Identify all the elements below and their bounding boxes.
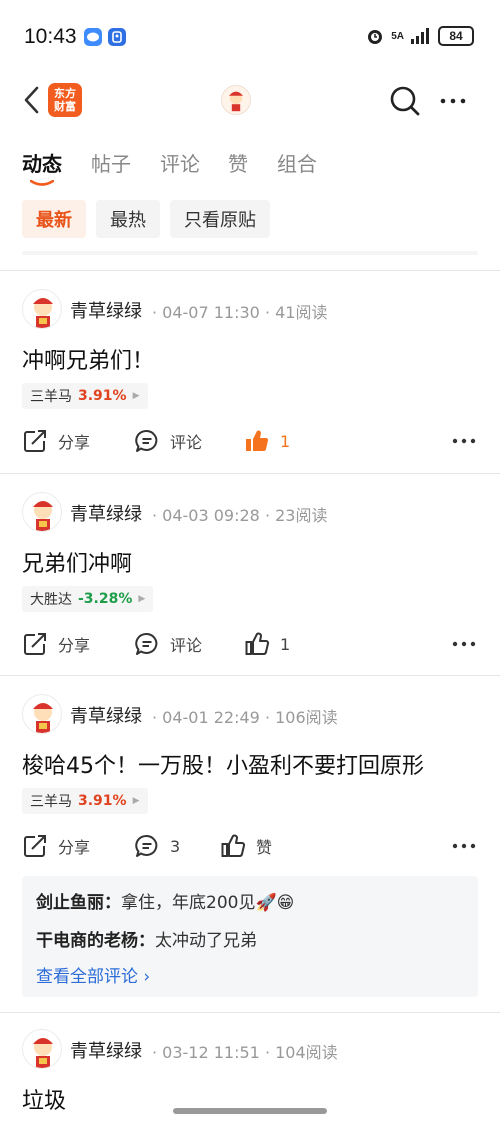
status-right-group: 5A 84: [365, 26, 474, 46]
filter-hottest[interactable]: 最热: [96, 200, 160, 238]
battery-icon: 84: [438, 26, 474, 46]
comment-preview[interactable]: 剑止鱼丽：拿住，年底200见🚀😁: [36, 888, 294, 913]
stock-change: 3.91%: [78, 793, 127, 809]
profile-tabs: 动态 帖子 评论 赞 组合: [0, 140, 500, 190]
tab-likes[interactable]: 赞: [228, 148, 248, 177]
thumbs-up-icon: [221, 834, 246, 857]
tag-arrow-icon: ▶: [132, 391, 140, 401]
share-icon: [24, 835, 46, 857]
profile-avatar-small[interactable]: [221, 85, 251, 115]
stock-tag[interactable]: 大胜达 -3.28% ▶: [22, 586, 154, 612]
avatar[interactable]: [22, 694, 62, 734]
status-bar: 10:43 5A 84: [0, 0, 500, 76]
message-icon: [84, 28, 102, 46]
back-arrow-icon[interactable]: [20, 84, 44, 116]
like-label: 赞: [256, 838, 273, 857]
active-tab-indicator: [30, 180, 54, 186]
share-button[interactable]: 分享: [22, 833, 90, 859]
logo-text-top: 东方: [54, 87, 76, 100]
comment-text: 拿住，年底200见🚀😁: [121, 893, 295, 913]
post-item[interactable]: 青草绿绿 · 04-01 22:49 · 106阅读 梭哈45个！一万股！小盈利…: [0, 676, 500, 1012]
post-content[interactable]: 冲啊兄弟们！: [22, 343, 154, 375]
share-button[interactable]: 分享: [22, 428, 90, 454]
thumbs-up-icon: [245, 632, 270, 655]
network-type: 5A: [391, 30, 404, 42]
comment-author[interactable]: 剑止鱼丽：: [36, 893, 121, 913]
comment-count: 3: [170, 836, 181, 856]
comment-preview[interactable]: 干电商的老杨：太冲动了兄弟: [36, 926, 257, 951]
like-count: 1: [280, 431, 291, 451]
post-meta: · 04-01 22:49 · 106阅读: [152, 708, 338, 727]
post-meta: · 03-12 11:51 · 104阅读: [152, 1043, 338, 1062]
share-icon: [24, 430, 46, 452]
post-more-icon[interactable]: [452, 437, 476, 445]
post-content[interactable]: 垃圾: [22, 1083, 66, 1115]
comment-text: 太冲动了兄弟: [155, 931, 257, 951]
comment-button[interactable]: 评论: [134, 428, 202, 454]
comment-icon: [135, 834, 158, 857]
tag-arrow-icon: ▶: [138, 594, 146, 604]
author-name[interactable]: 青草绿绿: [70, 702, 142, 728]
comment-button[interactable]: 评论: [134, 631, 202, 657]
post-item[interactable]: 青草绿绿 · 04-07 11:30 · 41阅读 冲啊兄弟们！ 三羊马 3.9…: [0, 271, 500, 472]
search-icon[interactable]: [388, 84, 422, 118]
comment-icon: [135, 429, 158, 452]
like-button[interactable]: 1: [244, 631, 290, 657]
stock-change: -3.28%: [78, 591, 133, 607]
comment-author[interactable]: 干电商的老杨：: [36, 931, 155, 951]
comment-icon: [135, 632, 158, 655]
filter-chips: 最新 最热 只看原贴: [22, 200, 270, 238]
author-name[interactable]: 青草绿绿: [70, 297, 142, 323]
tab-comments[interactable]: 评论: [160, 148, 200, 177]
eastmoney-logo[interactable]: 东方 财富: [48, 83, 82, 117]
tab-posts[interactable]: 帖子: [91, 148, 131, 177]
tag-arrow-icon: ▶: [132, 796, 140, 806]
stock-name: 三羊马: [30, 389, 72, 405]
status-time: 10:43: [24, 25, 77, 48]
avatar[interactable]: [22, 1029, 62, 1069]
like-count: 1: [280, 634, 291, 654]
filter-latest[interactable]: 最新: [22, 200, 86, 238]
like-button[interactable]: 赞: [220, 833, 272, 859]
comment-button[interactable]: 3: [134, 833, 180, 859]
alarm-icon: [368, 30, 383, 44]
top-nav: 东方 财富: [0, 76, 500, 124]
post-content[interactable]: 梭哈45个！一万股！小盈利不要打回原形: [22, 748, 424, 780]
share-label: 分享: [58, 838, 91, 857]
stock-tag[interactable]: 三羊马 3.91% ▶: [22, 383, 148, 409]
post-more-icon[interactable]: [452, 640, 476, 648]
comment-label: 评论: [170, 433, 203, 452]
post-more-icon[interactable]: [452, 842, 476, 850]
post-meta: · 04-03 09:28 · 23阅读: [152, 506, 328, 525]
post-content[interactable]: 兄弟们冲啊: [22, 546, 132, 578]
logo-text-bottom: 财富: [54, 100, 76, 113]
thumbs-up-filled-icon: [246, 430, 269, 452]
author-name[interactable]: 青草绿绿: [70, 1037, 142, 1063]
share-label: 分享: [58, 636, 91, 655]
stock-tag[interactable]: 三羊马 3.91% ▶: [22, 788, 148, 814]
post-item[interactable]: 青草绿绿 · 04-03 09:28 · 23阅读 兄弟们冲啊 大胜达 -3.2…: [0, 474, 500, 675]
share-button[interactable]: 分享: [22, 631, 90, 657]
stock-change: 3.91%: [78, 388, 127, 404]
filter-original-only[interactable]: 只看原贴: [170, 200, 270, 238]
like-button[interactable]: 1: [244, 428, 290, 454]
app-notification-icon: [108, 28, 126, 46]
home-indicator[interactable]: [173, 1108, 327, 1114]
stock-name: 三羊马: [30, 794, 72, 810]
view-all-comments-link[interactable]: 查看全部评论 ›: [36, 962, 150, 987]
signal-icon: [411, 28, 429, 44]
tab-dynamics[interactable]: 动态: [22, 148, 62, 177]
stock-name: 大胜达: [30, 592, 72, 608]
comment-preview-box[interactable]: 剑止鱼丽：拿住，年底200见🚀😁 干电商的老杨：太冲动了兄弟 查看全部评论 ›: [22, 876, 478, 997]
more-options-icon[interactable]: [438, 86, 468, 116]
share-label: 分享: [58, 433, 91, 452]
avatar[interactable]: [22, 492, 62, 532]
comment-label: 评论: [170, 636, 203, 655]
share-icon: [24, 633, 46, 655]
avatar[interactable]: [22, 289, 62, 329]
author-name[interactable]: 青草绿绿: [70, 500, 142, 526]
post-meta: · 04-07 11:30 · 41阅读: [152, 303, 328, 322]
scroll-hint-bar: [22, 251, 478, 255]
tab-portfolio[interactable]: 组合: [277, 148, 317, 177]
